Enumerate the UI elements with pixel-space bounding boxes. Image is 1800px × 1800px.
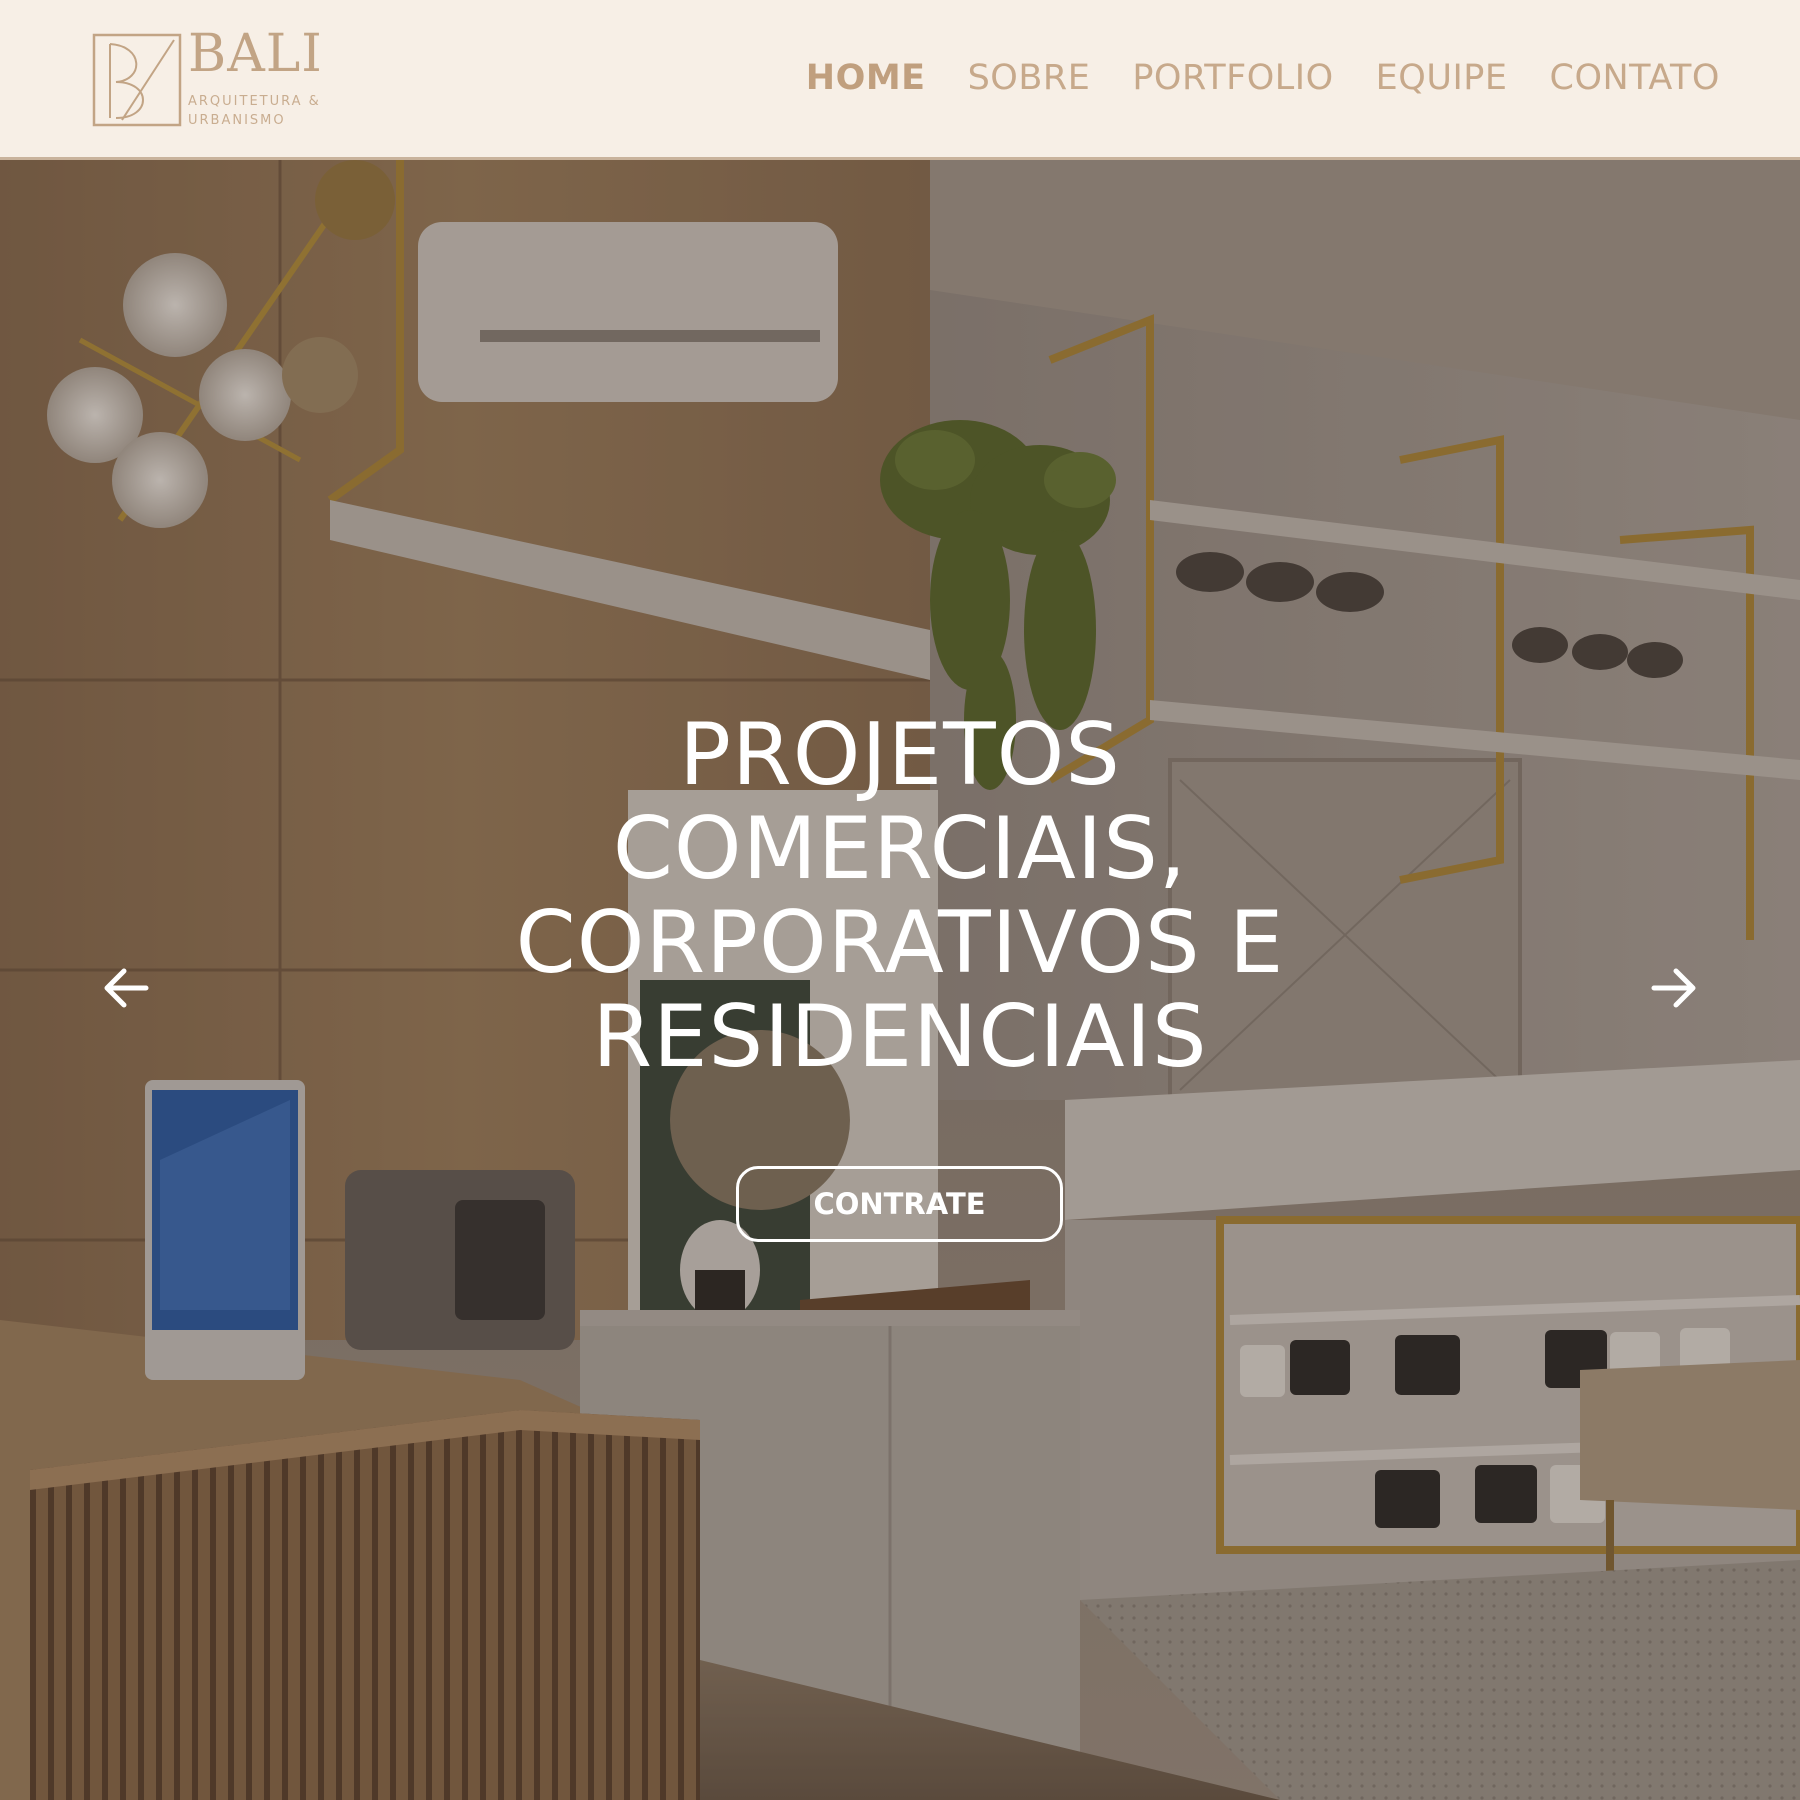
hero-heading-line: COMERCIAIS,: [612, 799, 1188, 899]
contrate-button[interactable]: CONTRATE: [736, 1166, 1063, 1242]
hero-heading-line: CORPORATIVOS E: [515, 893, 1285, 993]
logo-monogram-icon: [92, 33, 182, 127]
hero-slider: PROJETOS COMERCIAIS, CORPORATIVOS E RESI…: [0, 160, 1800, 1800]
arrow-right-icon[interactable]: [1642, 958, 1702, 1018]
page: BALI ARQUITETURA & URBANISMO HOME SOBRE …: [0, 0, 1800, 1800]
site-header: BALI ARQUITETURA & URBANISMO HOME SOBRE …: [0, 0, 1800, 160]
nav-item-contato[interactable]: CONTATO: [1550, 56, 1721, 100]
hero-heading: PROJETOS COMERCIAIS, CORPORATIVOS E RESI…: [400, 708, 1400, 1084]
hero-heading-line: RESIDENCIAIS: [592, 987, 1208, 1087]
brand-logo[interactable]: BALI ARQUITETURA & URBANISMO: [92, 28, 332, 128]
main-nav: HOME SOBRE PORTFOLIO EQUIPE CONTATO: [806, 56, 1720, 100]
hero-heading-line: PROJETOS: [679, 705, 1121, 805]
nav-item-equipe[interactable]: EQUIPE: [1376, 56, 1508, 100]
arrow-left-icon[interactable]: [98, 958, 158, 1018]
nav-item-portfolio[interactable]: PORTFOLIO: [1132, 56, 1333, 100]
logo-wordmark: BALI: [188, 24, 323, 84]
nav-item-home[interactable]: HOME: [806, 56, 926, 100]
nav-item-sobre[interactable]: SOBRE: [968, 56, 1091, 100]
logo-tagline: ARQUITETURA & URBANISMO: [188, 94, 321, 128]
